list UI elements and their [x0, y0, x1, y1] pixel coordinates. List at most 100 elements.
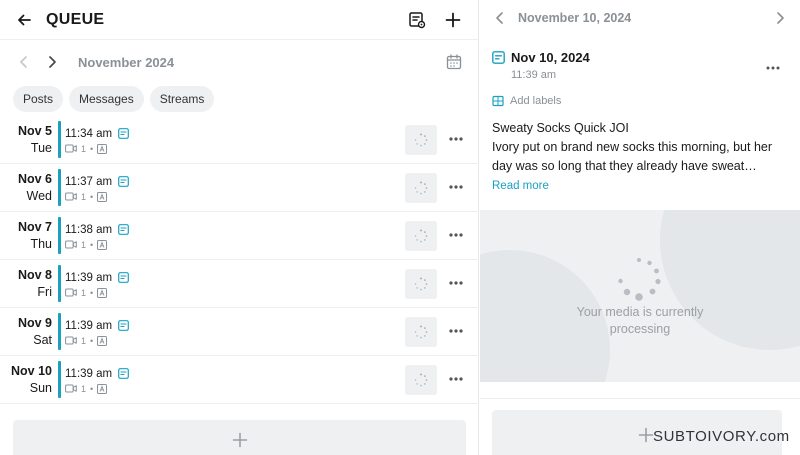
next-month-icon[interactable]	[42, 52, 62, 72]
media-thumbnail[interactable]	[405, 317, 437, 347]
queue-row[interactable]: Nov 9 Sat 11:39 am 1 •	[0, 308, 479, 356]
post-date: Nov 10, 2024	[511, 50, 590, 65]
row-weekday: Sun	[29, 380, 52, 395]
media-count: 1	[81, 191, 87, 202]
video-icon	[65, 288, 77, 297]
plus-icon	[232, 432, 247, 448]
row-date: Nov 8 Fri	[0, 260, 56, 307]
queue-row[interactable]: Nov 10 Sun 11:39 am 1 •	[0, 356, 479, 404]
row-time: 11:34 am	[65, 127, 113, 140]
row-weekday: Fri	[37, 284, 52, 299]
media-count: 1	[81, 143, 87, 154]
post-icon	[118, 368, 130, 379]
video-icon	[65, 336, 77, 345]
loading-spinner-icon	[414, 133, 428, 147]
row-day: Nov 10	[11, 363, 52, 378]
more-options-icon[interactable]	[447, 372, 465, 386]
filter-chips: Posts Messages Streams	[0, 84, 478, 114]
post-icon	[118, 224, 130, 235]
row-date: Nov 5 Tue	[0, 116, 56, 163]
add-post-button[interactable]	[13, 420, 466, 455]
row-time: 11:39 am	[65, 271, 113, 284]
row-time: 11:38 am	[65, 223, 113, 236]
row-day: Nov 7	[17, 219, 52, 234]
row-date: Nov 10 Sun	[0, 356, 56, 403]
separator-dot: •	[90, 191, 94, 202]
video-icon	[65, 384, 77, 393]
queue-row[interactable]: Nov 7 Thu 11:38 am 1 •	[0, 212, 479, 260]
loading-spinner-icon	[414, 373, 428, 387]
more-options-icon[interactable]	[447, 324, 465, 338]
queue-row[interactable]: Nov 5 Tue 11:34 am 1 •	[0, 116, 479, 164]
post-detail-panel: November 10, 2024 Nov 10, 2024 11:39 am …	[480, 0, 800, 455]
row-accent-bar	[58, 121, 61, 158]
media-count: 1	[81, 383, 87, 394]
media-count: 1	[81, 239, 87, 250]
more-options-icon[interactable]	[447, 132, 465, 146]
loading-spinner-icon	[414, 181, 428, 195]
filter-streams[interactable]: Streams	[149, 86, 215, 112]
separator-dot: •	[90, 239, 94, 250]
media-preview: Your media is currently processing	[480, 210, 800, 382]
filter-messages[interactable]: Messages	[69, 86, 144, 112]
back-arrow-icon[interactable]	[14, 10, 34, 30]
add-labels-button[interactable]: Add labels	[480, 81, 800, 107]
row-accent-bar	[58, 313, 61, 350]
text-badge-icon	[97, 239, 108, 250]
queue-row[interactable]: Nov 8 Fri 11:39 am 1 •	[0, 260, 479, 308]
filter-posts[interactable]: Posts	[13, 86, 64, 112]
separator-dot: •	[90, 335, 94, 346]
next-day-icon[interactable]	[772, 10, 788, 26]
media-status: Your media is currently processing	[480, 304, 800, 338]
plus-icon	[638, 427, 654, 443]
post-text-line-2: Ivory put on brand new socks this mornin…	[492, 140, 773, 173]
post-more-icon[interactable]	[766, 57, 780, 75]
loading-spinner-icon	[414, 277, 428, 291]
post-text: Sweaty Socks Quick JOI Ivory put on bran…	[480, 107, 800, 176]
row-accent-bar	[58, 217, 61, 254]
separator-dot: •	[90, 143, 94, 154]
more-options-icon[interactable]	[447, 276, 465, 290]
text-badge-icon	[97, 383, 108, 394]
queue-panel: QUEUE November 2024 Posts Messages Strea…	[0, 0, 479, 455]
text-badge-icon	[97, 191, 108, 202]
media-thumbnail[interactable]	[405, 173, 437, 203]
media-thumbnail[interactable]	[405, 125, 437, 155]
prev-month-icon[interactable]	[14, 52, 34, 72]
video-icon	[65, 144, 77, 153]
media-count: 1	[81, 335, 87, 346]
row-weekday: Thu	[30, 236, 52, 251]
media-status-text: Your media is currently processing	[576, 305, 704, 336]
row-time: 11:37 am	[65, 175, 113, 188]
text-badge-icon	[97, 143, 108, 154]
separator-dot: •	[90, 383, 94, 394]
row-accent-bar	[58, 361, 61, 398]
text-badge-icon	[97, 287, 108, 298]
loading-spinner-icon	[618, 258, 661, 301]
row-date: Nov 9 Sat	[0, 308, 56, 355]
row-day: Nov 8	[17, 267, 52, 282]
post-header: Nov 10, 2024 11:39 am	[480, 36, 800, 81]
calendar-icon[interactable]	[444, 52, 464, 72]
row-day: Nov 6	[17, 171, 52, 186]
read-more-link[interactable]: Read more	[480, 176, 800, 192]
text-badge-icon	[97, 335, 108, 346]
row-weekday: Sat	[33, 332, 52, 347]
row-day: Nov 9	[17, 315, 52, 330]
post-time: 11:39 am	[511, 69, 557, 81]
page-title: QUEUE	[46, 10, 105, 28]
row-accent-bar	[58, 169, 61, 206]
queue-row[interactable]: Nov 6 Wed 11:37 am 1 •	[0, 164, 479, 212]
loading-spinner-icon	[414, 229, 428, 243]
queue-settings-icon[interactable]	[406, 9, 428, 31]
row-time: 11:39 am	[65, 367, 113, 380]
post-icon	[492, 51, 505, 64]
prev-day-icon[interactable]	[492, 10, 508, 26]
more-options-icon[interactable]	[447, 180, 465, 194]
more-options-icon[interactable]	[447, 228, 465, 242]
media-thumbnail[interactable]	[405, 221, 437, 251]
add-icon[interactable]	[442, 9, 464, 31]
media-thumbnail[interactable]	[405, 269, 437, 299]
media-thumbnail[interactable]	[405, 365, 437, 395]
row-accent-bar	[58, 265, 61, 302]
